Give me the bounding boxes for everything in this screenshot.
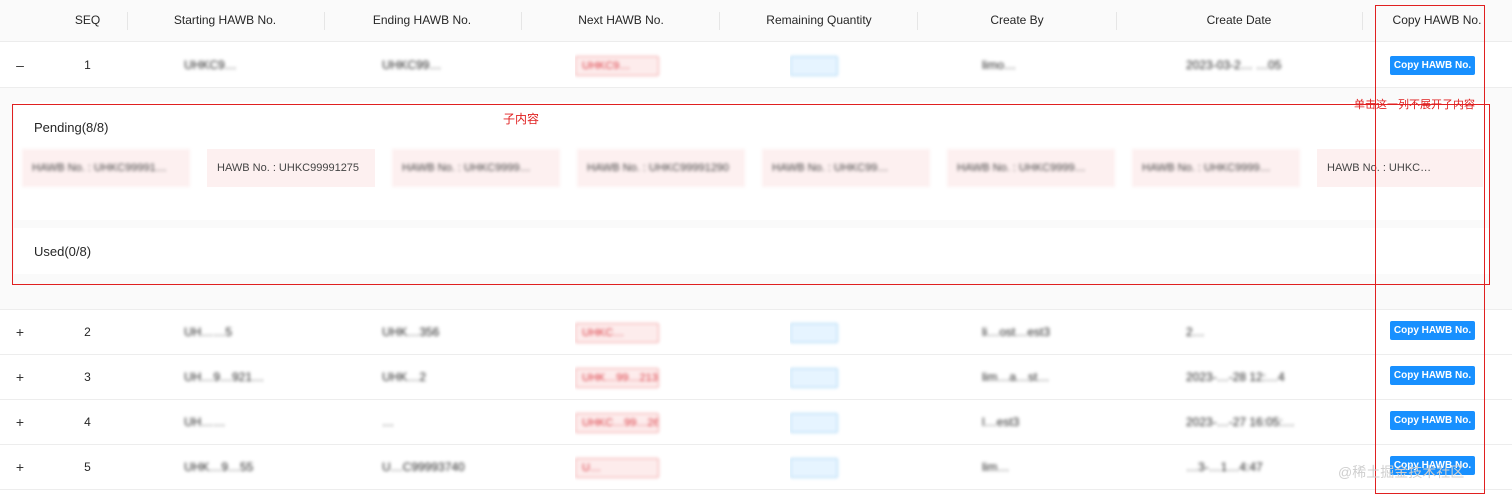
expand-row-button[interactable]: + xyxy=(12,310,28,354)
column-header-ending-hawb: Ending HAWB No. xyxy=(372,13,472,27)
table-row[interactable]: + 4 UH…… … UHKC…99…26 l…est3 2023-…-27 1… xyxy=(0,400,1512,445)
create-by-cell: lim… xyxy=(982,460,1010,474)
remaining-quantity-tag xyxy=(790,367,838,388)
ending-hawb-cell: … xyxy=(382,415,394,429)
expand-row-button[interactable]: + xyxy=(12,355,28,399)
child-content-annotation-box xyxy=(12,104,1490,285)
next-hawb-cell: UHKC9… xyxy=(575,43,695,87)
next-hawb-tag: U… xyxy=(575,457,659,478)
starting-hawb-cell: UHK…9…55 xyxy=(184,460,254,474)
next-hawb-cell: UHK…99…213 xyxy=(575,355,695,399)
create-date-cell: 2023-…-27 16:05:… xyxy=(1186,415,1295,429)
create-date-cell: …3-…1…4:47 xyxy=(1186,460,1263,474)
starting-hawb-cell: UH……5 xyxy=(184,325,233,339)
column-divider xyxy=(324,12,325,30)
copy-column-annotation-box xyxy=(1375,5,1485,494)
column-divider xyxy=(917,12,918,30)
starting-hawb-cell: UH…… xyxy=(184,415,226,429)
remaining-quantity-tag xyxy=(790,55,838,76)
column-header-create-date: Create Date xyxy=(1206,13,1272,27)
remaining-quantity-cell xyxy=(790,355,850,399)
table-row[interactable]: + 2 UH……5 UHK…356 UHKC… li…ost…est3 2… C… xyxy=(0,310,1512,355)
create-by-cell: l…est3 xyxy=(982,415,1020,429)
table-header: SEQ Starting HAWB No. Ending HAWB No. Ne… xyxy=(0,0,1512,42)
ending-hawb-cell: UHK…2 xyxy=(382,370,427,384)
table-row[interactable]: + 5 UHK…9…55 U…C99993740 U… lim… …3-…1…4… xyxy=(0,445,1512,490)
ending-hawb-cell: UHK…356 xyxy=(382,325,440,339)
create-date-cell: 2… xyxy=(1186,325,1205,339)
remaining-quantity-cell xyxy=(790,445,850,489)
create-date-cell: 2023-…-28 12:…4 xyxy=(1186,370,1285,384)
next-hawb-cell: UHKC… xyxy=(575,310,695,354)
remaining-quantity-tag xyxy=(790,457,838,478)
seq-cell: 3 xyxy=(84,370,91,384)
seq-cell: 2 xyxy=(84,325,91,339)
remaining-quantity-cell xyxy=(790,310,850,354)
seq-cell: 1 xyxy=(84,58,91,72)
ending-hawb-cell: U…C99993740 xyxy=(382,460,465,474)
table-row[interactable]: + 3 UH…9…921… UHK…2 UHK…99…213 lim…a…st…… xyxy=(0,355,1512,400)
ending-hawb-cell: UHKC99… xyxy=(382,58,442,72)
column-header-next-hawb: Next HAWB No. xyxy=(578,13,664,27)
table-row[interactable]: – 1 UHKC9… UHKC99… UHKC9… limo… 2023-03-… xyxy=(0,43,1512,88)
starting-hawb-cell: UH…9…921… xyxy=(184,370,265,384)
copy-column-annotation-label: 单击这一列不展开子内容 xyxy=(1354,99,1475,111)
column-divider xyxy=(521,12,522,30)
next-hawb-tag: UHK…99…213 xyxy=(575,367,659,388)
next-hawb-cell: U… xyxy=(575,445,695,489)
column-divider xyxy=(1362,12,1363,30)
watermark: @稀土掘金技术社区 xyxy=(1338,464,1465,480)
expand-row-button[interactable]: + xyxy=(12,445,28,489)
column-header-starting-hawb: Starting HAWB No. xyxy=(173,13,277,27)
next-hawb-tag: UHKC… xyxy=(575,322,659,343)
column-header-seq: SEQ xyxy=(74,13,101,27)
create-by-cell: limo… xyxy=(982,58,1017,72)
starting-hawb-cell: UHKC9… xyxy=(184,58,237,72)
create-by-cell: li…ost…est3 xyxy=(982,325,1051,339)
column-divider xyxy=(1116,12,1117,30)
remaining-quantity-tag xyxy=(790,322,838,343)
next-hawb-tag: UHKC9… xyxy=(575,55,659,76)
remaining-quantity-tag xyxy=(790,412,838,433)
seq-cell: 4 xyxy=(84,415,91,429)
column-divider xyxy=(127,12,128,30)
expand-row-button[interactable]: + xyxy=(12,400,28,444)
column-divider xyxy=(719,12,720,30)
collapse-row-button[interactable]: – xyxy=(12,43,28,87)
seq-cell: 5 xyxy=(84,460,91,474)
next-hawb-tag: UHKC…99…26 xyxy=(575,412,659,433)
create-by-cell: lim…a…st… xyxy=(982,370,1050,384)
remaining-quantity-cell xyxy=(790,400,850,444)
remaining-quantity-cell xyxy=(790,43,850,87)
create-date-cell: 2023-03-2… …05 xyxy=(1186,58,1282,72)
child-content-annotation-label: 子内容 xyxy=(503,112,540,126)
column-header-remaining-quantity: Remaining Quantity xyxy=(766,13,872,27)
column-header-create-by: Create By xyxy=(990,13,1044,27)
next-hawb-cell: UHKC…99…26 xyxy=(575,400,695,444)
